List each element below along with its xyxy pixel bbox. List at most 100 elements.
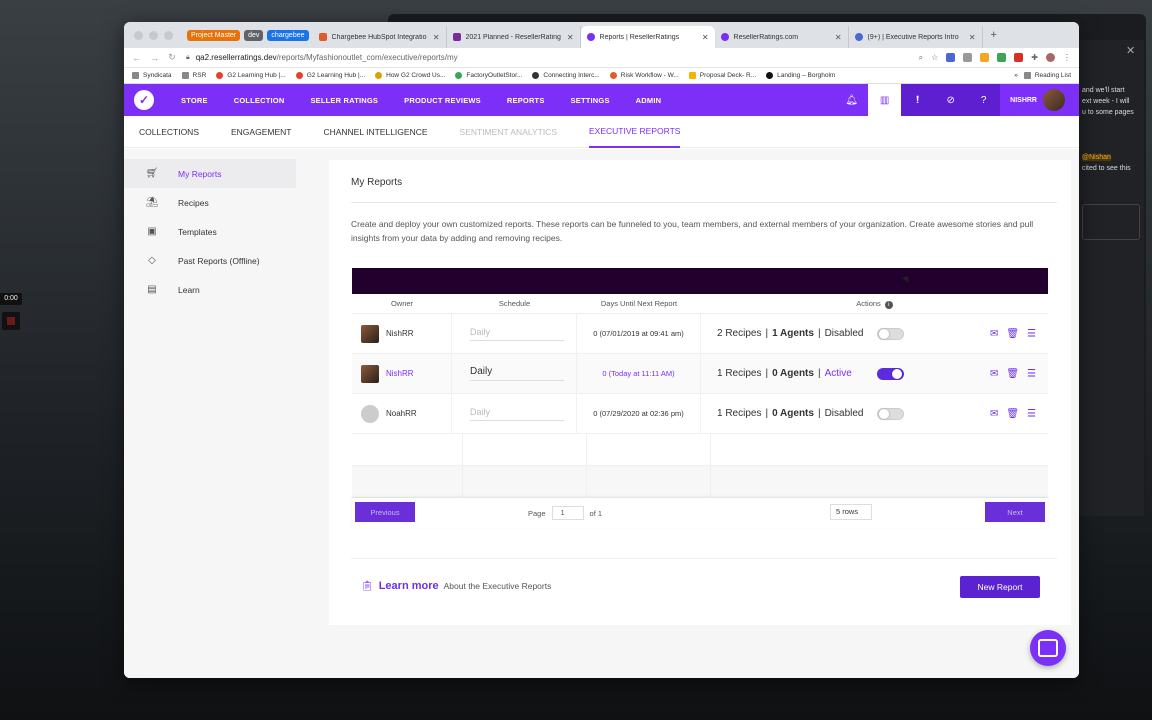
status-toggle[interactable] xyxy=(876,407,904,420)
column-header-schedule[interactable]: Schedule xyxy=(452,299,577,308)
recipes-count: 2 Recipes xyxy=(717,328,762,339)
nav-store[interactable]: STORE xyxy=(168,96,221,105)
compass-icon[interactable]: ⊘ xyxy=(934,84,968,116)
forward-icon[interactable]: → xyxy=(150,53,159,63)
schedule-select[interactable]: Daily xyxy=(470,407,564,421)
maximize-window-button[interactable] xyxy=(164,30,173,40)
bookmark-item[interactable]: Proposal Deck- R... xyxy=(688,72,756,79)
bookmark-item[interactable]: How G2 Crowd Us... xyxy=(375,72,445,79)
reload-icon[interactable]: ↻ xyxy=(168,52,176,63)
next-button[interactable]: Next xyxy=(985,502,1045,522)
page-input[interactable]: 1 xyxy=(551,506,584,520)
status-toggle[interactable] xyxy=(876,327,904,340)
nav-admin[interactable]: ADMIN xyxy=(623,96,675,105)
page-total: of 1 xyxy=(589,508,603,518)
avatar[interactable] xyxy=(1043,89,1065,111)
rows-per-page-select[interactable]: 5 rows xyxy=(830,504,872,520)
close-tab-icon[interactable]: ✕ xyxy=(433,33,440,42)
close-window-button[interactable] xyxy=(134,30,143,40)
trash-icon[interactable]: 🗑︎ xyxy=(1006,368,1019,379)
back-icon[interactable]: ← xyxy=(132,53,141,63)
tab-channel-intelligence[interactable]: CHANNEL INTELLIGENCE xyxy=(323,116,427,148)
sidebar-item-label: Learn xyxy=(178,284,200,295)
owner-name[interactable]: NishRR xyxy=(386,369,414,378)
bookmark-item[interactable]: Syndicata xyxy=(132,72,172,79)
new-tab-icon[interactable]: + xyxy=(991,29,997,41)
info-icon[interactable]: i xyxy=(884,300,893,309)
sidebar-item-my-reports[interactable]: 🛒︎ My Reports xyxy=(124,159,296,188)
extension-icon[interactable] xyxy=(946,53,956,62)
browser-toolbar: ← → ↻ 🔒︎ qa2.resellerratings.dev/reports… xyxy=(124,48,1079,68)
tab-group-chargebee[interactable]: chargebee xyxy=(267,29,309,41)
nav-reports[interactable]: REPORTS xyxy=(494,96,558,105)
bookmark-item[interactable]: G2 Learning Hub |... xyxy=(295,72,365,79)
alert-icon[interactable]: ❗︎ xyxy=(901,84,935,116)
column-header-days[interactable]: Days Until Next Report xyxy=(577,299,701,308)
schedule-select[interactable]: Daily xyxy=(470,366,564,381)
username[interactable]: NISHRR xyxy=(1010,97,1037,104)
close-icon: ✕ xyxy=(1126,45,1136,57)
reading-list[interactable]: » Reading List xyxy=(1014,72,1071,79)
new-report-button[interactable]: New Report xyxy=(960,576,1040,598)
sidebar-item-templates[interactable]: ▣ Templates xyxy=(124,217,296,246)
sidebar-item-learn[interactable]: ▤ Learn xyxy=(124,275,296,304)
close-tab-icon[interactable]: ✕ xyxy=(835,33,842,42)
browser-tab[interactable]: ResellerRatings.com ✕ xyxy=(715,26,849,48)
extension-icon[interactable] xyxy=(997,53,1007,62)
browser-tab[interactable]: (9+) | Executive Reports Intro ✕ xyxy=(849,26,983,48)
close-tab-icon[interactable]: ✕ xyxy=(702,33,709,42)
tab-executive-reports[interactable]: EXECUTIVE REPORTS xyxy=(589,116,681,148)
zoom-icon[interactable]: ⌕ xyxy=(919,53,923,63)
bookmark-item[interactable]: FactoryOutletStor... xyxy=(455,72,522,79)
email-icon[interactable]: ✉ xyxy=(990,368,998,379)
menu-icon[interactable]: ☰ xyxy=(1027,408,1036,419)
bookmark-item[interactable]: RSR xyxy=(181,72,206,79)
puzzle-icon[interactable]: ✚ xyxy=(1031,53,1038,62)
previous-button[interactable]: Previous xyxy=(355,502,415,522)
menu-icon[interactable]: ☰ xyxy=(1027,368,1036,379)
profile-icon[interactable] xyxy=(1046,53,1055,62)
learn-more-link[interactable]: Learn more xyxy=(379,580,439,592)
nav-seller-ratings[interactable]: SELLER RATINGS xyxy=(297,96,391,105)
menu-icon[interactable]: ☰ xyxy=(1027,328,1036,339)
nav-collection[interactable]: COLLECTION xyxy=(221,96,298,105)
column-header-owner[interactable]: Owner xyxy=(352,299,452,308)
trash-icon[interactable]: 🗑︎ xyxy=(1006,408,1019,419)
email-icon[interactable]: ✉ xyxy=(990,328,998,339)
address-bar[interactable]: 🔒︎ qa2.resellerratings.dev/reports/Myfas… xyxy=(186,53,919,62)
trash-icon[interactable]: 🗑︎ xyxy=(1006,328,1019,339)
nav-product-reviews[interactable]: PRODUCT REVIEWS xyxy=(391,96,494,105)
bookmark-item[interactable]: Risk Workflow - W... xyxy=(609,72,679,79)
nav-settings[interactable]: SETTINGS xyxy=(558,96,623,105)
resellerratings-logo[interactable]: ✓ xyxy=(134,90,154,110)
close-tab-icon[interactable]: ✕ xyxy=(969,33,976,42)
tab-group-dev[interactable]: dev xyxy=(244,29,264,41)
tab-collections[interactable]: COLLECTIONS xyxy=(139,116,199,148)
tab-engagement[interactable]: ENGAGEMENT xyxy=(231,116,291,148)
email-icon[interactable]: ✉ xyxy=(990,408,998,419)
recipes-count: 1 Recipes xyxy=(717,368,762,379)
close-tab-icon[interactable]: ✕ xyxy=(567,33,574,42)
sidebar-item-past-reports[interactable]: ◇ Past Reports (Offline) xyxy=(124,246,296,275)
menu-dots-icon[interactable]: ⋮ xyxy=(1063,53,1071,62)
browser-tab[interactable]: Chargebee HubSpot Integratio ✕ xyxy=(313,26,447,48)
extension-icon[interactable] xyxy=(1014,53,1024,62)
bookmark-star-icon[interactable]: ☆ xyxy=(931,53,938,62)
help-icon[interactable]: ? xyxy=(967,84,1001,116)
status-toggle[interactable] xyxy=(876,367,904,380)
extension-icon[interactable] xyxy=(980,53,990,62)
extension-icon[interactable] xyxy=(963,53,973,62)
chart-icon[interactable]: ▥ xyxy=(868,84,902,116)
tab-group-project-master[interactable]: Project Master xyxy=(187,29,241,41)
bookmark-item[interactable]: Landing – Borgholm xyxy=(766,72,835,79)
sidebar-item-recipes[interactable]: ⛱︎ Recipes xyxy=(124,188,296,217)
bell-icon[interactable]: 🔔︎ xyxy=(835,84,868,116)
browser-tab[interactable]: 2021 Planned - ResellerRating ✕ xyxy=(447,26,581,48)
browser-tab-active[interactable]: Reports | ResellerRatings ✕ xyxy=(580,26,715,48)
bookmark-item[interactable]: G2 Learning Hub |... xyxy=(216,72,286,79)
bookmark-item[interactable]: Connecting Interc... xyxy=(532,72,600,79)
minimize-window-button[interactable] xyxy=(149,30,158,40)
schedule-select[interactable]: Daily xyxy=(470,327,564,341)
actions-cell: 1 Recipes | 0 Agents | Disabled ✉ 🗑︎ ☰ xyxy=(701,394,1048,433)
chat-launcher-icon[interactable] xyxy=(1030,630,1066,666)
